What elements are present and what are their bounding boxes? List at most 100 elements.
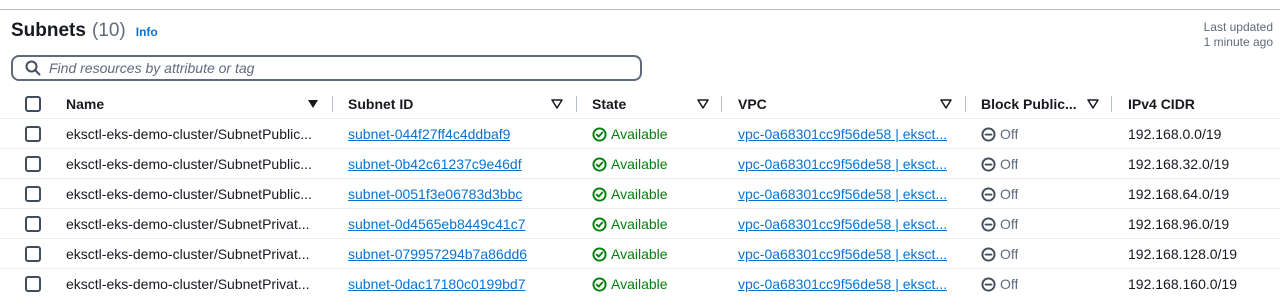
caret-down-icon[interactable] <box>307 99 319 109</box>
subnet-id-link[interactable]: subnet-0b42c61237c9e46df <box>348 156 522 172</box>
minus-circle-icon <box>981 216 996 232</box>
subnet-id-link[interactable]: subnet-044f27ff4c4ddbaf9 <box>348 126 510 142</box>
block-public-status: Off <box>981 246 1018 262</box>
check-circle-icon <box>592 276 607 292</box>
row-select-cell <box>25 239 41 269</box>
vpc-link[interactable]: vpc-0a68301cc9f56de58 | eksct... <box>738 156 947 172</box>
caret-down-icon[interactable] <box>697 99 709 109</box>
row-select-cell <box>25 149 41 179</box>
row-checkbox[interactable] <box>25 276 41 292</box>
search-input[interactable] <box>47 59 611 77</box>
subnet-name: eksctl-eks-demo-cluster/SubnetPublic... <box>66 156 312 172</box>
row-checkbox[interactable] <box>25 156 41 172</box>
column-header-ipv4-cidr[interactable]: IPv4 CIDR <box>1128 91 1195 117</box>
subnet-id-link[interactable]: subnet-0d4565eb8449c41c7 <box>348 216 526 232</box>
state-label: Available <box>611 186 668 202</box>
row-checkbox[interactable] <box>25 186 41 202</box>
row-checkbox[interactable] <box>25 126 41 142</box>
state-status: Available <box>592 246 668 262</box>
ipv4-cidr: 192.168.128.0/19 <box>1128 246 1237 262</box>
state-label: Available <box>611 276 668 292</box>
subnet-id-link[interactable]: subnet-0dac17180c0199bd7 <box>348 276 526 292</box>
vpc-link[interactable]: vpc-0a68301cc9f56de58 | eksct... <box>738 276 947 292</box>
select-all-checkbox[interactable] <box>25 96 41 112</box>
ipv4-cidr: 192.168.96.0/19 <box>1128 216 1230 232</box>
column-header-state[interactable]: State <box>592 91 626 117</box>
top-border <box>0 9 1280 10</box>
row-checkbox[interactable] <box>25 216 41 232</box>
minus-circle-icon <box>981 276 996 292</box>
state-label: Available <box>611 156 668 172</box>
check-circle-icon <box>592 156 607 172</box>
state-status: Available <box>592 126 668 142</box>
subnet-name: eksctl-eks-demo-cluster/SubnetPrivat... <box>66 246 310 262</box>
last-updated-time: 1 minute ago <box>1203 35 1273 49</box>
subnet-id-link[interactable]: subnet-079957294b7a86dd6 <box>348 246 527 262</box>
table-row[interactable]: eksctl-eks-demo-cluster/SubnetPrivat... … <box>0 208 1280 239</box>
ipv4-cidr: 192.168.160.0/19 <box>1128 276 1237 292</box>
ipv4-cidr: 192.168.64.0/19 <box>1128 186 1230 202</box>
vpc-link[interactable]: vpc-0a68301cc9f56de58 | eksct... <box>738 216 947 232</box>
column-divider[interactable] <box>721 96 722 112</box>
state-status: Available <box>592 156 668 172</box>
ipv4-cidr: 192.168.0.0/19 <box>1128 126 1222 142</box>
state-label: Available <box>611 246 668 262</box>
row-select-cell <box>25 119 41 149</box>
table-row[interactable]: eksctl-eks-demo-cluster/SubnetPublic... … <box>0 178 1280 209</box>
check-circle-icon <box>592 186 607 202</box>
table-row[interactable]: eksctl-eks-demo-cluster/SubnetPrivat... … <box>0 238 1280 269</box>
subnet-name: eksctl-eks-demo-cluster/SubnetPrivat... <box>66 216 310 232</box>
subnet-name: eksctl-eks-demo-cluster/SubnetPublic... <box>66 126 312 142</box>
vpc-link[interactable]: vpc-0a68301cc9f56de58 | eksct... <box>738 126 947 142</box>
minus-circle-icon <box>981 246 996 262</box>
column-divider[interactable] <box>576 96 577 112</box>
table-row[interactable]: eksctl-eks-demo-cluster/SubnetPublic... … <box>0 118 1280 149</box>
block-public-status: Off <box>981 216 1018 232</box>
vpc-link[interactable]: vpc-0a68301cc9f56de58 | eksct... <box>738 186 947 202</box>
info-link[interactable]: Info <box>136 25 158 39</box>
state-status: Available <box>592 186 668 202</box>
subnet-name: eksctl-eks-demo-cluster/SubnetPublic... <box>66 186 312 202</box>
search-icon <box>25 60 41 76</box>
column-divider[interactable] <box>965 96 966 112</box>
state-label: Available <box>611 126 668 142</box>
state-label: Available <box>611 216 668 232</box>
last-updated-label: Last updated <box>1203 20 1273 34</box>
caret-down-icon[interactable] <box>940 99 952 109</box>
caret-down-icon[interactable] <box>1087 99 1099 109</box>
table-row[interactable]: eksctl-eks-demo-cluster/SubnetPrivat... … <box>0 268 1280 299</box>
block-public-label: Off <box>1000 186 1019 202</box>
state-status: Available <box>592 216 668 232</box>
search-box[interactable] <box>11 55 642 81</box>
minus-circle-icon <box>981 186 996 202</box>
page-title: Subnets <box>11 20 86 41</box>
row-checkbox[interactable] <box>25 246 41 262</box>
table-header: Subnets (10) Info <box>11 20 158 42</box>
table-row[interactable]: eksctl-eks-demo-cluster/SubnetPublic... … <box>0 148 1280 179</box>
vpc-link[interactable]: vpc-0a68301cc9f56de58 | eksct... <box>738 246 947 262</box>
block-public-label: Off <box>1000 276 1019 292</box>
table-column-headers: Name Subnet ID State VPC Block Public...… <box>0 91 1280 117</box>
check-circle-icon <box>592 126 607 142</box>
ipv4-cidr: 192.168.32.0/19 <box>1128 156 1230 172</box>
block-public-status: Off <box>981 156 1018 172</box>
column-header-block-public[interactable]: Block Public... <box>981 91 1077 117</box>
last-updated: Last updated 1 minute ago <box>1204 20 1273 50</box>
column-header-subnet-id[interactable]: Subnet ID <box>348 91 413 117</box>
column-header-vpc[interactable]: VPC <box>738 91 767 117</box>
subnet-id-link[interactable]: subnet-0051f3e06783d3bbc <box>348 186 522 202</box>
resource-count: (10) <box>91 20 126 41</box>
block-public-status: Off <box>981 186 1018 202</box>
subnet-name: eksctl-eks-demo-cluster/SubnetPrivat... <box>66 276 310 292</box>
column-header-name[interactable]: Name <box>66 91 104 117</box>
column-divider[interactable] <box>1111 96 1112 112</box>
block-public-status: Off <box>981 276 1018 292</box>
caret-down-icon[interactable] <box>551 99 563 109</box>
block-public-label: Off <box>1000 216 1019 232</box>
column-divider[interactable] <box>332 96 333 112</box>
select-all-cell <box>25 91 41 117</box>
row-select-cell <box>25 209 41 239</box>
block-public-label: Off <box>1000 246 1019 262</box>
block-public-status: Off <box>981 126 1018 142</box>
minus-circle-icon <box>981 126 996 142</box>
